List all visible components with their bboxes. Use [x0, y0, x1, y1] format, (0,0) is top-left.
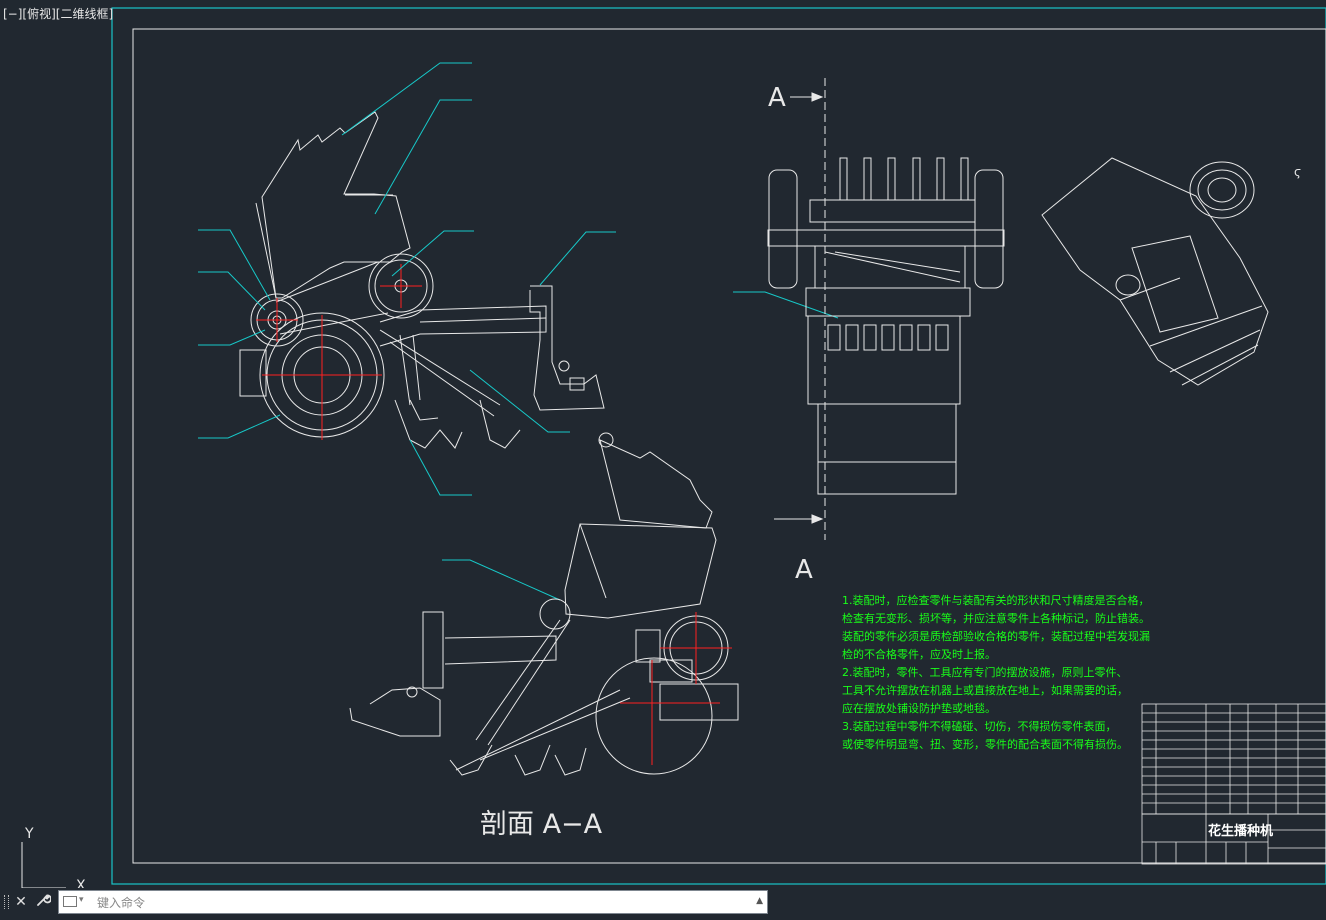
svg-text:3.装配过程中零件不得磕碰、切伤，不得损伤零件表面，: 3.装配过程中零件不得磕碰、切伤，不得损伤零件表面， — [842, 719, 1117, 733]
ucs-icon — [21, 842, 66, 889]
command-history-up-icon[interactable]: ▲ — [756, 896, 763, 906]
front-view — [767, 157, 1005, 495]
technical-notes: 1.装配时，应检查零件与装配有关的形状和尺寸精度是否合格， 检查有无变形、损坏等… — [842, 593, 1150, 751]
command-input-container[interactable]: ▾ ▲ — [58, 890, 768, 914]
chevron-down-icon[interactable]: ▾ — [79, 895, 84, 905]
svg-text:2.装配时，零件、工具应有专门的摆放设施，原则上零件、: 2.装配时，零件、工具应有专门的摆放设施，原则上零件、 — [842, 665, 1128, 679]
section-marker-top: A — [768, 83, 786, 113]
svg-text:装配的零件必须是质检部验收合格的零件，装配过程中若发现漏: 装配的零件必须是质检部验收合格的零件，装配过程中若发现漏 — [842, 629, 1150, 643]
cad-canvas[interactable]: A A ϛ 剖面 A−A 1.装配时，应检查零件与装配有关的形状和尺寸精度是否合… — [0, 0, 1326, 916]
svg-text:1.装配时，应检查零件与装配有关的形状和尺寸精度是否合格，: 1.装配时，应检查零件与装配有关的形状和尺寸精度是否合格， — [842, 593, 1150, 607]
close-icon[interactable]: ✕ — [12, 892, 30, 912]
iso-mark: ϛ — [1294, 165, 1301, 179]
title-block — [1141, 813, 1326, 865]
command-line-grip[interactable] — [4, 895, 9, 909]
section-title: 剖面 A−A — [480, 809, 603, 840]
command-input[interactable] — [95, 893, 749, 913]
customize-wrench-icon[interactable] — [34, 892, 52, 912]
side-view — [239, 111, 605, 449]
wrench-icon — [37, 894, 52, 906]
drawing-border — [111, 7, 1326, 885]
section-marker-bottom: A — [795, 555, 813, 585]
drawing-viewport[interactable]: A A ϛ 剖面 A−A 1.装配时，应检查零件与装配有关的形状和尺寸精度是否合… — [0, 0, 1326, 916]
title-block-title: 花生播种机 — [1208, 823, 1273, 839]
section-view-centerlines — [620, 612, 732, 765]
bom-table — [1141, 703, 1326, 815]
viewport-controls-label[interactable]: [−][俯视][二维线框] — [3, 5, 113, 22]
svg-text:应在摆放处铺设防护垫或地毯。: 应在摆放处铺设防护垫或地毯。 — [842, 701, 996, 715]
section-view — [349, 432, 739, 776]
svg-text:检的不合格零件，应及时上报。: 检的不合格零件，应及时上报。 — [842, 647, 996, 661]
ucs-y-label: Y — [24, 826, 34, 842]
iso-view — [1041, 157, 1269, 386]
section-cut-line — [774, 78, 826, 540]
svg-text:检查有无变形、损坏等，并应注意零件上各种标记，防止错装。: 检查有无变形、损坏等，并应注意零件上各种标记，防止错装。 — [842, 611, 1150, 625]
svg-text:或使零件明显弯、扭、变形，零件的配合表面不得有损伤。: 或使零件明显弯、扭、变形，零件的配合表面不得有损伤。 — [842, 737, 1128, 751]
command-prompt-icon[interactable] — [63, 896, 77, 907]
svg-text:工具不允许摆放在机器上或直接放在地上，如果需要的话，: 工具不允许摆放在机器上或直接放在地上，如果需要的话， — [842, 683, 1128, 697]
